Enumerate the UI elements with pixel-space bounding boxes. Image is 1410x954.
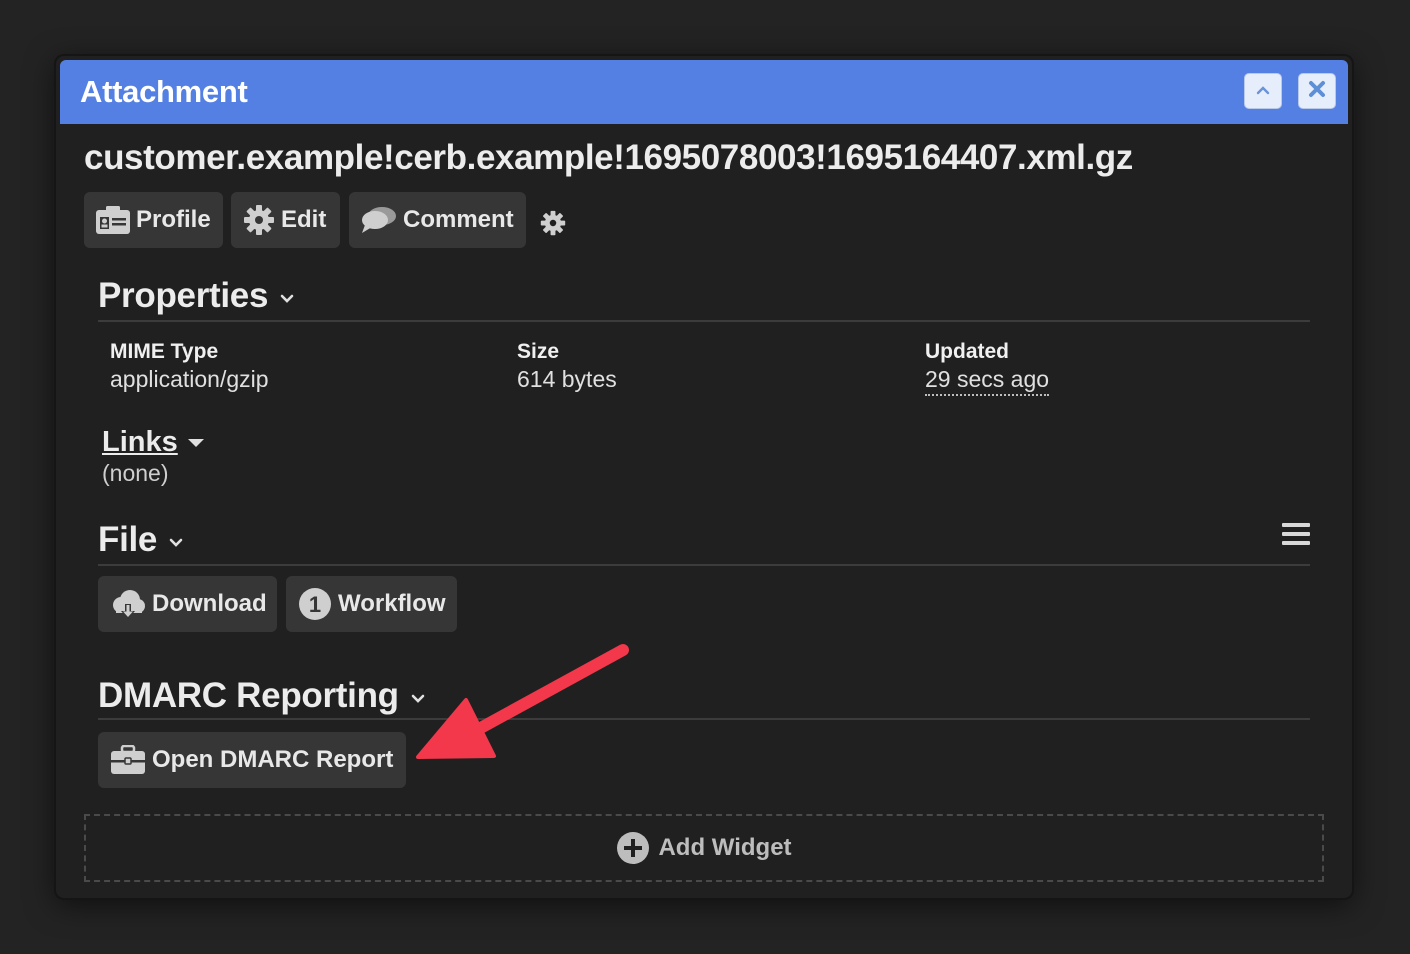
annotation-arrow	[416, 644, 629, 759]
